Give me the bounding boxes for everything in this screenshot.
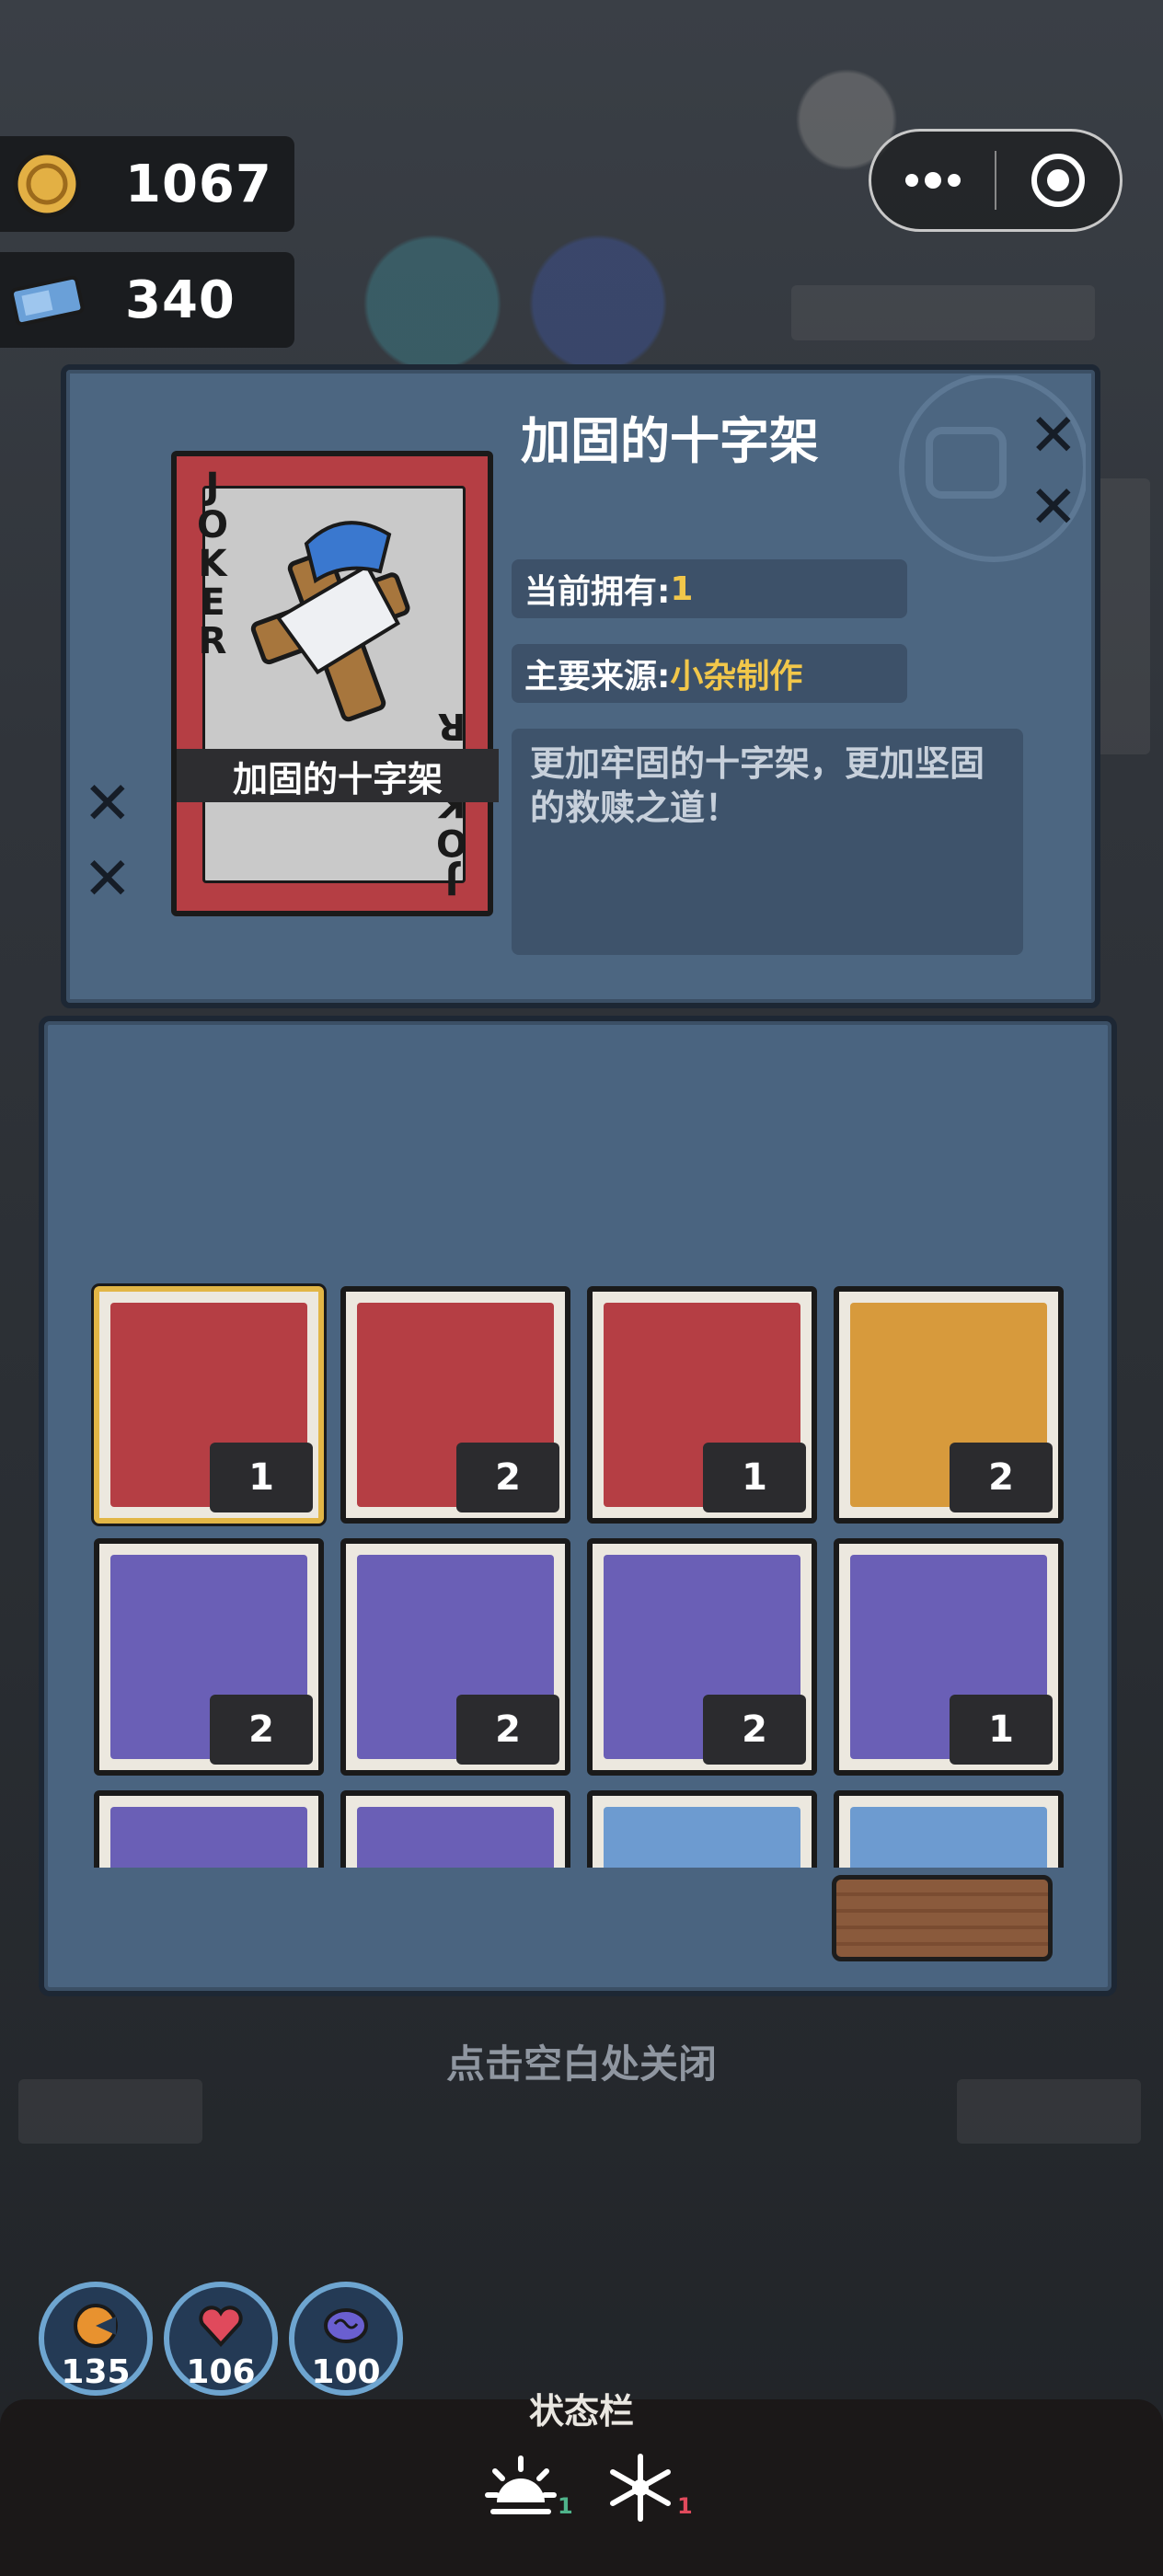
close-hint: 点击空白处关闭 [445,2041,717,2087]
item-count: 2 [456,1695,559,1765]
status-bar-title: 状态栏 [528,2391,634,2432]
item-description: 更加牢固的十字架，更加坚固的救赎之道！ [512,729,1023,955]
snow-count: 1 [677,2493,693,2519]
card-corner-text-inverted: JOKER [431,708,473,902]
exit-button[interactable] [996,132,1120,229]
item-count: 2 [210,1695,313,1765]
inventory-slot-item-11[interactable] [587,1790,817,1868]
heart-icon [199,2306,243,2347]
background-element [791,285,1095,340]
item-count: 2 [703,1695,806,1765]
item-12-icon [850,1807,1047,1868]
sun-icon[interactable] [484,2451,558,2524]
cross-mark-decoration: ✕ [83,770,132,838]
inventory-slot-item-10[interactable] [340,1790,570,1868]
inventory-slot-item-9[interactable] [94,1790,324,1868]
inventory-slot-vaccine-box[interactable]: 1 [834,1538,1064,1776]
item-count: 1 [950,1695,1053,1765]
item-9-icon [110,1807,307,1868]
snowflake-icon[interactable] [604,2451,677,2524]
reinforced-cross-icon [250,521,410,722]
coin-counter: 1067 [0,136,294,232]
inventory-grid: 1 2 1 2 2 2 2 1 [86,1279,1080,1868]
owned-value: 1 [670,569,694,608]
coin-value: 1067 [125,154,272,214]
item-count: 1 [210,1443,313,1512]
inventory-slot-reinforced-cross[interactable]: 1 [94,1286,324,1524]
item-title: 加固的十字架 [521,412,819,470]
ticket-value: 340 [125,270,236,330]
card-art [202,486,466,883]
coin-icon [6,143,88,225]
more-dots-icon [905,172,961,189]
wood-plank-button[interactable] [832,1875,1053,1961]
item-count: 2 [950,1443,1053,1512]
brain-icon [324,2308,368,2343]
owned-label: 当前拥有: [524,573,671,611]
source-row: 主要来源: 小杂制作 [512,644,907,703]
cross-mark-decoration: ✕ [1029,402,1078,470]
source-value: 小杂制作 [670,658,803,696]
mini-program-capsule [869,129,1123,232]
sun-count: 1 [558,2493,573,2519]
inventory-slot-toy-ticket[interactable]: 2 [94,1538,324,1776]
more-button[interactable] [871,132,995,229]
ticket-counter: 340 [0,252,294,348]
cross-mark-decoration: ✕ [83,845,132,914]
inventory-slot-first-aid-kit[interactable]: 2 [587,1538,817,1776]
health-stat[interactable]: 106 [164,2282,278,2396]
sanity-stat[interactable]: 100 [289,2282,403,2396]
item-card: JOKER JOKER 加固的十字架 [171,451,499,916]
inventory-slot-sunglasses-book[interactable]: 2 [340,1538,570,1776]
card-name-label: 加固的十字架 [177,749,499,802]
hunger-stat[interactable]: 135 [39,2282,153,2396]
inventory-slot-steak-meal[interactable]: 2 [834,1286,1064,1524]
item-count: 2 [456,1443,559,1512]
ticket-icon [6,259,88,341]
inventory-slot-wooden-cross[interactable]: 1 [587,1286,817,1524]
owned-row: 当前拥有: 1 [512,559,907,618]
cross-mark-decoration: ✕ [1029,474,1078,542]
item-count: 1 [703,1443,806,1512]
target-circle-icon [1031,154,1085,207]
inventory-slot-gold-badge[interactable]: 2 [340,1286,570,1524]
inventory-slot-item-12[interactable] [834,1790,1064,1868]
source-label: 主要来源: [524,658,671,696]
hunger-icon [74,2304,118,2348]
item-10-icon [357,1807,554,1868]
card-corner-text: JOKER [191,466,234,659]
item-11-icon [604,1807,800,1868]
